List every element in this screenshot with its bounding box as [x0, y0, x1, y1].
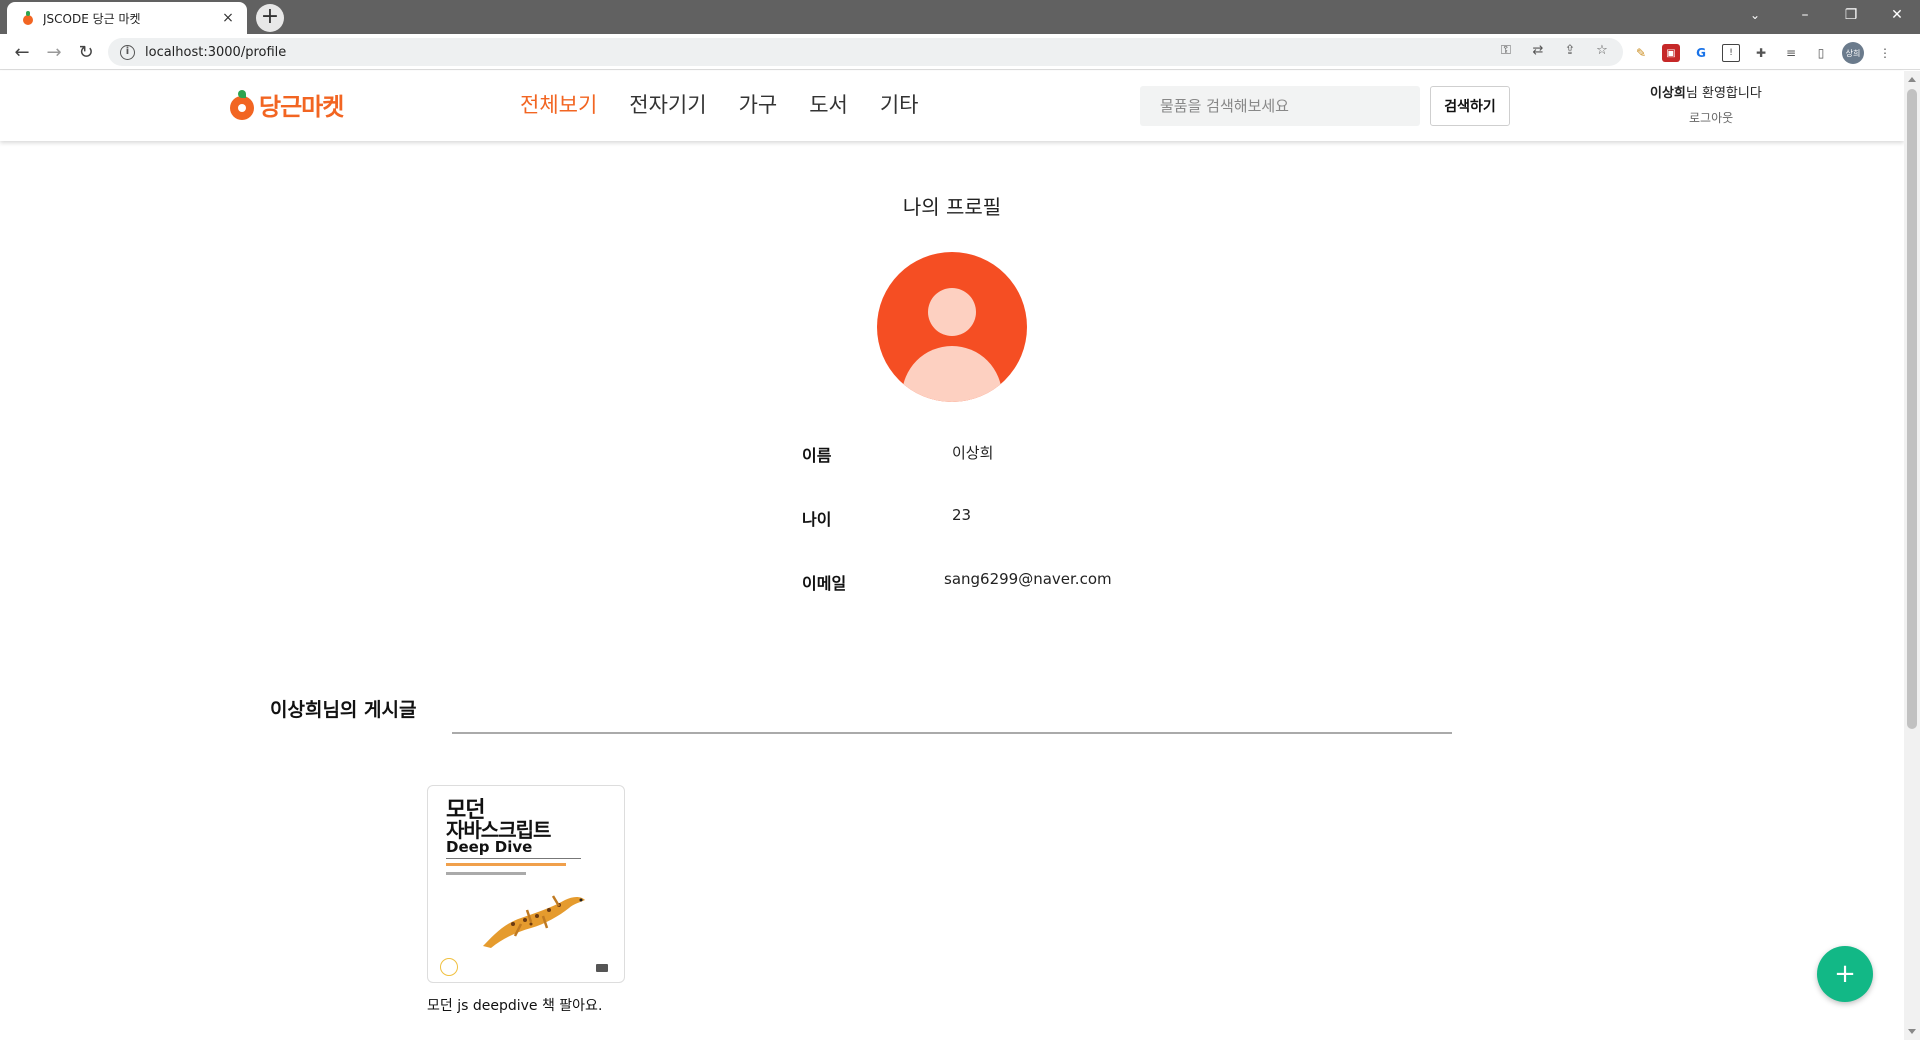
omnibox-actions: ⚿ ⇄ ⇪ ☆: [1497, 43, 1611, 58]
forward-arrow-icon[interactable]: →: [40, 38, 68, 66]
category-electronics[interactable]: 전자기기: [629, 89, 706, 119]
logout-link[interactable]: 로그아웃: [1689, 109, 1733, 126]
category-books[interactable]: 도서: [809, 89, 848, 119]
browser-toolbar: ← → ↻ i localhost:3000/profile ⚿ ⇄ ⇪ ☆ ✎…: [0, 34, 1920, 70]
bookmark-star-icon[interactable]: ☆: [1593, 43, 1611, 58]
book-cover-tagline: [446, 863, 566, 866]
profile-label: 이름: [802, 446, 832, 465]
user-avatar-icon: [877, 252, 1027, 402]
publisher-logo-icon: [596, 964, 608, 972]
tab-close-icon[interactable]: ×: [219, 10, 237, 26]
scroll-down-icon[interactable]: [1908, 1029, 1916, 1034]
profile-value: sang6299@naver.com: [944, 570, 1112, 588]
extensions-puzzle-icon[interactable]: ✚: [1752, 44, 1770, 62]
reading-list-icon[interactable]: ≡: [1782, 44, 1800, 62]
profile-value: 이상희: [952, 444, 994, 462]
product-caption[interactable]: 모던 js deepdive 책 팔아요.: [427, 995, 627, 1015]
profile-row-name: 이름 이상희: [802, 442, 1202, 466]
product-image[interactable]: 모던 자바스크립트 Deep Dive: [427, 785, 625, 983]
book-cover-rule: [446, 858, 581, 859]
profile-label: 나이: [802, 510, 832, 529]
gecko-illustration-icon: [483, 895, 585, 948]
profile-row-age: 나이 23: [802, 506, 1202, 530]
reload-icon[interactable]: ↻: [72, 38, 100, 66]
book-cover-subtitle: Deep Dive: [446, 838, 533, 856]
site-header: 당근마켓 전체보기 전자기기 가구 도서 기타 검색하기 이상희님 환영합니다 …: [0, 71, 1904, 141]
restore-icon[interactable]: ❐: [1828, 0, 1874, 30]
url-text: localhost:3000/profile: [145, 44, 287, 60]
divider: [452, 732, 1452, 734]
box-extension-icon[interactable]: !: [1722, 44, 1740, 62]
profile-avatar-chip[interactable]: 상희: [1842, 42, 1864, 64]
category-etc[interactable]: 기타: [880, 89, 919, 119]
category-all[interactable]: 전체보기: [520, 89, 597, 119]
red-extension-icon[interactable]: ▣: [1662, 44, 1680, 62]
product-card[interactable]: 모던 자바스크립트 Deep Dive 모던 js deepdive 책 팔아요…: [427, 785, 627, 1015]
add-post-button[interactable]: +: [1817, 946, 1873, 1002]
site-info-icon[interactable]: i: [120, 44, 135, 60]
search-button[interactable]: 검색하기: [1430, 86, 1510, 126]
new-tab-button[interactable]: +: [256, 4, 284, 32]
welcome-name: 이상희: [1650, 86, 1686, 101]
address-bar[interactable]: i localhost:3000/profile ⚿ ⇄ ⇪ ☆: [108, 38, 1623, 66]
logo[interactable]: 당근마켓: [230, 87, 344, 122]
carrot-favicon-icon: [21, 11, 35, 25]
posts-section-title: 이상희님의 게시글: [270, 699, 417, 721]
browser-tab[interactable]: JSCODE 당근 마켓 ×: [7, 2, 247, 34]
share-icon[interactable]: ⇪: [1561, 43, 1579, 58]
book-cover-author: [446, 872, 526, 875]
google-translate-extension-icon[interactable]: G: [1692, 44, 1710, 62]
close-window-icon[interactable]: ✕: [1874, 0, 1920, 30]
welcome-message: 이상희님 환영합니다: [1650, 82, 1762, 101]
profile-value: 23: [952, 506, 972, 524]
tab-search-chevron-icon[interactable]: ⌄: [1740, 0, 1770, 30]
scroll-thumb[interactable]: [1907, 89, 1917, 729]
search-input[interactable]: [1140, 86, 1420, 126]
scrollbar[interactable]: [1904, 71, 1920, 1040]
category-nav: 전체보기 전자기기 가구 도서 기타: [520, 89, 918, 119]
scroll-up-icon[interactable]: [1908, 77, 1916, 82]
category-furniture[interactable]: 가구: [739, 89, 778, 119]
minimize-icon[interactable]: –: [1782, 0, 1828, 30]
extension-icons: ✎ ▣ G ! ✚ ≡ ▯ 상희 ⋮: [1632, 42, 1894, 64]
book-badge-icon: [440, 958, 458, 976]
browser-tabstrip: JSCODE 당근 마켓 × + ⌄ – ❐ ✕: [0, 0, 1920, 34]
more-menu-icon[interactable]: ⋮: [1876, 44, 1894, 62]
eyedropper-extension-icon[interactable]: ✎: [1632, 44, 1650, 62]
carrot-logo-icon: [230, 89, 254, 120]
profile-label: 이메일: [802, 574, 847, 593]
window-controls: – ❐ ✕: [1782, 0, 1920, 30]
translate-icon[interactable]: ⇄: [1529, 43, 1547, 58]
key-icon[interactable]: ⚿: [1497, 43, 1515, 58]
profile-row-email: 이메일 sang6299@naver.com: [802, 570, 1202, 594]
side-panel-icon[interactable]: ▯: [1812, 44, 1830, 62]
tab-title: JSCODE 당근 마켓: [43, 11, 141, 26]
back-arrow-icon[interactable]: ←: [8, 38, 36, 66]
profile-title: 나의 프로필: [902, 195, 1002, 219]
page: 당근마켓 전체보기 전자기기 가구 도서 기타 검색하기 이상희님 환영합니다 …: [0, 71, 1904, 1040]
welcome-suffix: 님 환영합니다: [1685, 86, 1762, 101]
logo-text: 당근마켓: [259, 93, 344, 121]
